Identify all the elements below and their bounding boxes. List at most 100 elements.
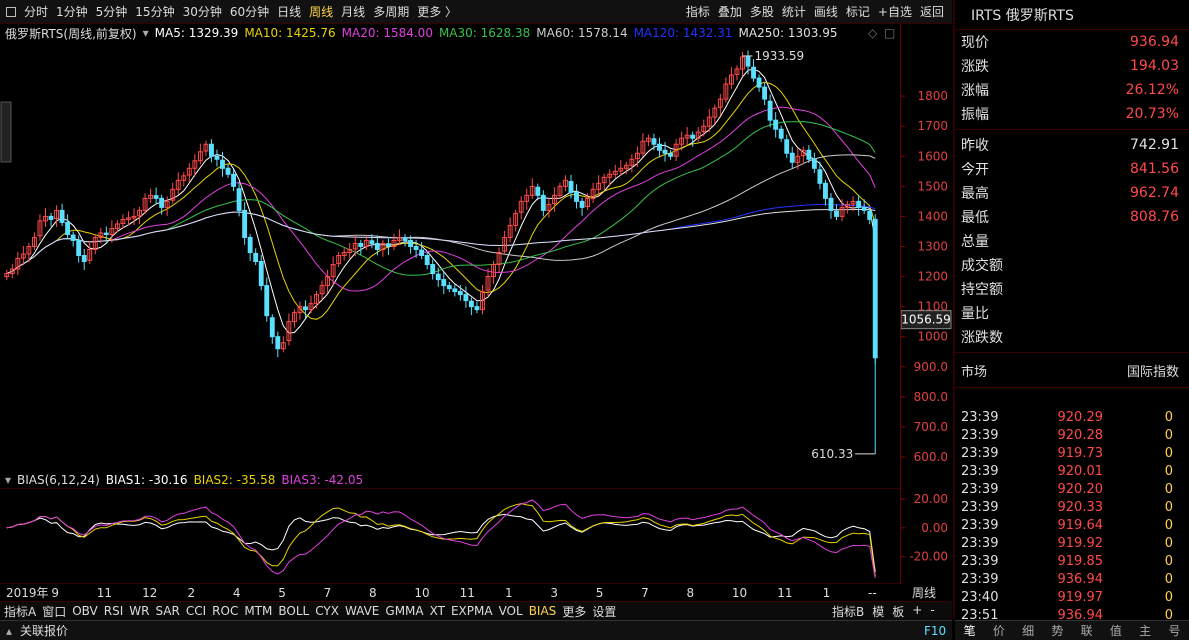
indicator-action-3[interactable]: + (912, 603, 922, 620)
indicator-action-1[interactable]: 模 (872, 603, 884, 620)
tick-time: 23:39 (961, 517, 999, 533)
toolbar-action-2[interactable]: 多股 (750, 3, 774, 20)
period-tab-5[interactable]: 60分钟 (230, 3, 269, 20)
detail-tab-3[interactable]: 势 (1051, 622, 1063, 639)
period-tab-6[interactable]: 日线 (277, 3, 301, 20)
period-tab-3[interactable]: 15分钟 (135, 3, 174, 20)
tick-volume: 0 (1164, 409, 1173, 425)
stat-label: 最高 (961, 186, 989, 202)
dropdown-icon[interactable]: ▾ (143, 26, 149, 40)
toolbar-action-6[interactable]: +自选 (878, 3, 912, 20)
tick-volume: 0 (1164, 589, 1173, 605)
status-dropdown-icon[interactable]: ▴ (6, 624, 12, 638)
bias2-label: BIAS2: -35.58 (193, 473, 276, 487)
tick-volume: 0 (1164, 553, 1173, 569)
indicator-tab-7[interactable]: ROC (212, 604, 238, 618)
toolbar-action-7[interactable]: 返回 (920, 3, 944, 20)
stat-row: 昨收 742.91 (955, 133, 1189, 157)
candle-body (762, 86, 768, 100)
detail-tab-1[interactable]: 价 (993, 622, 1005, 639)
f10-button[interactable]: F10 (924, 624, 946, 638)
candle-body (872, 218, 878, 359)
indicator-tab-9[interactable]: BOLL (278, 604, 309, 618)
chart-scroll-handle[interactable] (0, 101, 12, 163)
ma5-label: MA5: 1329.39 (154, 26, 239, 40)
candle-body (402, 237, 408, 241)
candle-body (540, 194, 546, 211)
detail-tab-7[interactable]: 号 (1168, 622, 1180, 639)
period-tab-4[interactable]: 30分钟 (183, 3, 222, 20)
candle-body (374, 242, 380, 250)
toolbar-action-3[interactable]: 统计 (782, 3, 806, 20)
tick-time: 23:39 (961, 499, 999, 515)
related-quotes-link[interactable]: 关联报价 (20, 622, 68, 639)
tick-row: 23:40 919.97 0 (955, 588, 1189, 606)
period-tabs: 分时 1分钟 5分钟 15分钟 30分钟 60分钟 日线 周线 月线 多周期 更多 〉 (0, 0, 457, 24)
period-tab-10[interactable]: 更多 〉 (417, 3, 457, 20)
period-tab-1[interactable]: 1分钟 (56, 3, 88, 20)
layout-toggle-icon[interactable] (6, 6, 16, 17)
candle-body (751, 66, 756, 79)
toolbar-action-1[interactable]: 叠加 (718, 3, 742, 20)
candle-body (828, 197, 834, 211)
x-tick-label: 10 (414, 586, 429, 600)
x-tick-label: -- (868, 586, 877, 600)
tick-time: 23:40 (961, 589, 999, 605)
ma10-line (6, 81, 876, 320)
indicator-tab-16[interactable]: BIAS (529, 604, 557, 618)
toolbar-action-5[interactable]: 标记 (846, 3, 870, 20)
indicator-tab-4[interactable]: WR (129, 604, 149, 618)
tick-row: 23:39 919.73 0 (955, 444, 1189, 462)
divider (955, 387, 1189, 388)
x-tick-label: 5 (278, 586, 286, 600)
indicator-tab-6[interactable]: CCI (186, 604, 206, 618)
indicator-tab-10[interactable]: CYX (315, 604, 339, 618)
candle-body (430, 264, 436, 275)
tick-row: 23:39 919.85 0 (955, 552, 1189, 570)
indicator-tab-8[interactable]: MTM (244, 604, 272, 618)
indicator-tab-0[interactable]: 指标A (4, 603, 36, 620)
indicator-tab-2[interactable]: OBV (72, 604, 98, 618)
indicator-tabs: 指标A 窗口 OBV RSI WR SAR CCI ROC MTM BOLL CYX WAVE GMMA… (0, 601, 952, 620)
indicator-tab-13[interactable]: XT (430, 604, 445, 618)
tick-list[interactable]: 23:39 920.29 0 23:39 920.28 0 23:39 919.73 0 23:3… (955, 408, 1189, 624)
indicator-tab-18[interactable]: 设置 (592, 603, 616, 620)
indicator-action-2[interactable]: 板 (892, 603, 904, 620)
detail-tab-2[interactable]: 细 (1022, 622, 1034, 639)
kline-chart[interactable]: 180017001600150014001300120011001000900.… (0, 42, 952, 514)
indicator-action-4[interactable]: - (930, 603, 934, 620)
tick-time: 23:39 (961, 535, 999, 551)
quote-value: 936.94 (1130, 34, 1179, 50)
detail-tab-0[interactable]: 笔 (964, 622, 976, 639)
quote-label: 现价 (961, 35, 989, 51)
stat-label: 今开 (961, 162, 989, 178)
toolbar-action-4[interactable]: 画线 (814, 3, 838, 20)
detail-tab-4[interactable]: 联 (1081, 622, 1093, 639)
indicator-tab-5[interactable]: SAR (155, 604, 179, 618)
indicator-tab-14[interactable]: EXPMA (451, 604, 493, 618)
bias-dropdown-icon[interactable]: ▾ (5, 473, 11, 487)
indicator-action-0[interactable]: 指标B (832, 603, 864, 620)
indicator-tab-3[interactable]: RSI (104, 604, 124, 618)
indicator-tab-11[interactable]: WAVE (345, 604, 379, 618)
period-tab-2[interactable]: 5分钟 (96, 3, 128, 20)
instrument-name: 俄罗斯RTS (5, 26, 64, 41)
diamond-icon[interactable]: ◇ (868, 26, 877, 40)
toolbar-action-0[interactable]: 指标 (686, 3, 710, 20)
period-tab-9[interactable]: 多周期 (373, 3, 409, 20)
indicator-tab-17[interactable]: 更多 (562, 603, 586, 620)
x-tick-label: 12 (142, 586, 157, 600)
indicator-tab-12[interactable]: GMMA (385, 604, 423, 618)
period-tab-8[interactable]: 月线 (341, 3, 365, 20)
period-tab-7[interactable]: 周线 (309, 3, 333, 20)
tick-price: 920.20 (1057, 481, 1104, 497)
detail-tab-6[interactable]: 主 (1139, 622, 1151, 639)
period-tab-0[interactable]: 分时 (24, 3, 48, 20)
bias-chart[interactable]: 20.00 0.00 -20.00 (0, 488, 952, 583)
candle-body (153, 195, 159, 199)
indicator-tab-1[interactable]: 窗口 (42, 603, 66, 620)
tick-volume: 0 (1164, 481, 1173, 497)
square-icon[interactable]: □ (884, 26, 895, 40)
indicator-tab-15[interactable]: VOL (499, 604, 523, 618)
detail-tab-5[interactable]: 值 (1110, 622, 1122, 639)
